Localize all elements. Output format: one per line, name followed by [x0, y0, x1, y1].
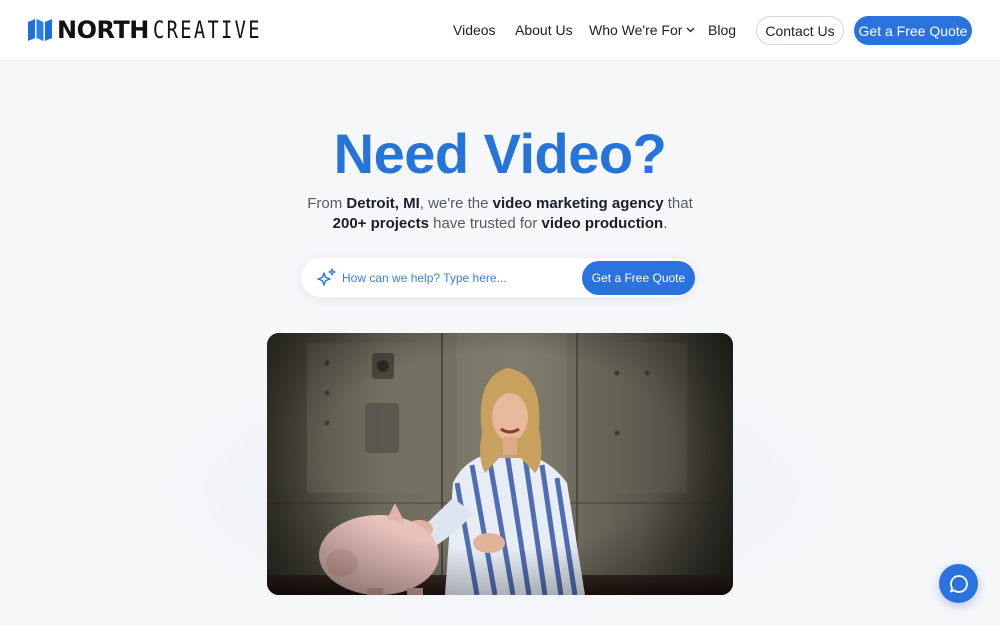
logo[interactable]: NORTH CREATIVE	[28, 17, 292, 43]
get-free-quote-search-button[interactable]: Get a Free Quote	[582, 261, 695, 295]
search-input[interactable]	[342, 268, 572, 288]
site-header: NORTH CREATIVE Videos About Us Who We're…	[0, 0, 1000, 61]
contact-us-button[interactable]: Contact Us	[756, 16, 844, 45]
hero-sub-text-3: that	[663, 195, 693, 212]
nav-who-label: Who We're For	[589, 22, 683, 38]
logo-wordmark-bold: NORTH	[57, 16, 149, 44]
nav-blog[interactable]: Blog	[708, 22, 736, 38]
nav-about-us[interactable]: About Us	[515, 22, 573, 38]
logo-wordmark-thin: CREATIVE	[152, 16, 262, 44]
nav-who-were-for[interactable]: Who We're For	[589, 22, 695, 38]
chat-button[interactable]	[939, 564, 978, 603]
video-frame-image	[267, 333, 733, 595]
hero-sub-production: video production	[541, 215, 664, 232]
hero-video[interactable]	[267, 333, 733, 595]
get-free-quote-header-button[interactable]: Get a Free Quote	[854, 16, 972, 45]
hero-sub-projects: 200+ projects	[332, 215, 429, 232]
hero-subtitle: From Detroit, MI, we're the video market…	[290, 194, 710, 234]
logo-mark-icon	[28, 19, 52, 41]
hero-sub-agency: video marketing agency	[492, 195, 664, 212]
hero-title: Need Video?	[333, 122, 667, 185]
nav-videos[interactable]: Videos	[453, 22, 496, 38]
quote-search-bar: Get a Free Quote	[300, 257, 696, 298]
hero-sub-location: Detroit, MI	[346, 195, 420, 212]
chevron-down-icon	[686, 27, 695, 33]
hero-sub-text-1: From	[307, 195, 347, 212]
sparkle-icon	[317, 268, 336, 286]
hero-sub-text-4: have trusted for	[428, 215, 542, 232]
chat-bubble-icon	[949, 574, 968, 593]
hero-sub-text-5: .	[663, 215, 668, 232]
hero-sub-text-2: , we're the	[419, 195, 493, 212]
